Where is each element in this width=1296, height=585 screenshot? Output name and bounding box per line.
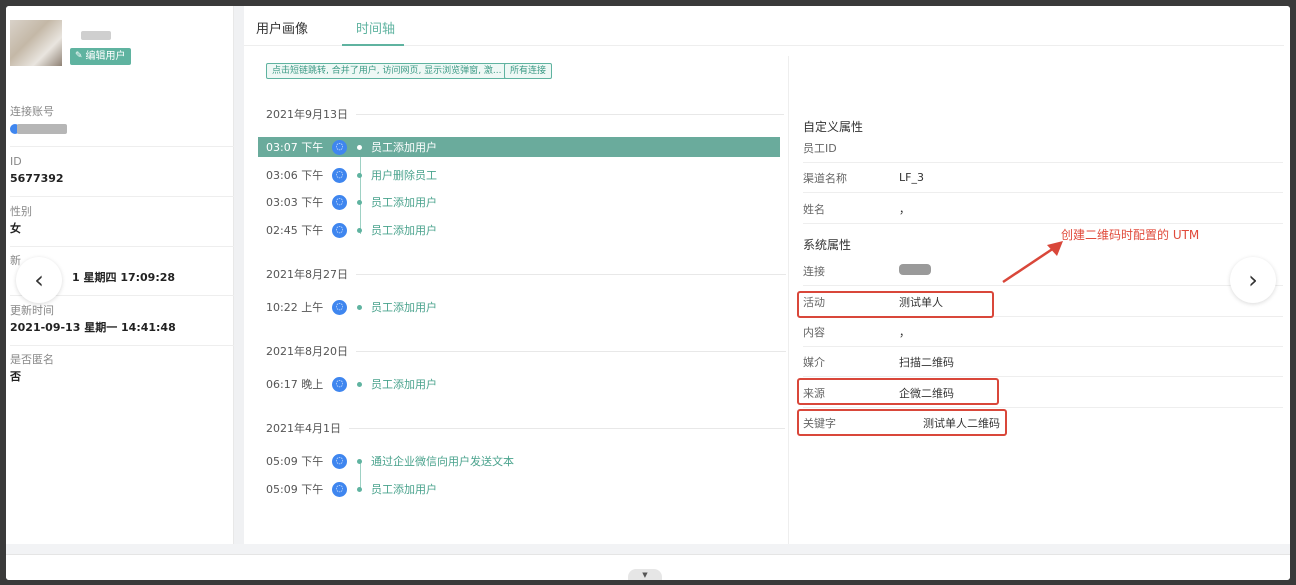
timeline-event[interactable]: 03:03 下午 ◌ 员工添加用户 — [258, 192, 780, 212]
wechat-channel-icon: ◌ — [332, 167, 347, 183]
app-frame: ✎ 编辑用户 连接账号 ID 5677392 性别 女 新 1 星期四 17:0… — [6, 6, 1290, 580]
timeline-event[interactable]: 05:09 下午 ◌ 通过企业微信向用户发送文本 — [258, 451, 780, 471]
active-tab-indicator — [342, 44, 404, 46]
connection-redacted — [899, 263, 931, 275]
connection-filter[interactable]: 所有连接 — [504, 63, 553, 79]
timeline-dot — [357, 227, 362, 233]
timeline-dot — [357, 486, 362, 492]
timeline-event[interactable]: 02:45 下午 ◌ 员工添加用户 — [258, 220, 780, 240]
timeline-event[interactable]: 06:17 晚上 ◌ 员工添加用户 — [258, 374, 780, 394]
field-gender: 性别 女 — [10, 204, 234, 247]
user-name-redacted — [81, 31, 111, 40]
main-panel: 用户画像 时间轴 点击短链跳转, 合并了用户, 访问网页, 显示浏览弹窗, 激.… — [244, 6, 1290, 544]
caret-down-icon: ▼ — [642, 571, 648, 579]
timeline-dot — [357, 381, 362, 387]
timeline-dot — [357, 304, 362, 310]
chevron-right-icon: › — [1248, 266, 1258, 294]
timeline-event[interactable]: 05:09 下午 ◌ 员工添加用户 — [258, 479, 780, 499]
date-header: 2021年8月27日 — [266, 266, 786, 282]
prev-user-button[interactable]: ‹ — [16, 257, 62, 303]
timeline-dot — [357, 172, 362, 178]
next-user-button[interactable]: › — [1230, 257, 1276, 303]
wechat-channel-icon: ◌ — [332, 194, 347, 210]
avatar — [10, 20, 62, 66]
edit-user-button[interactable]: ✎ 编辑用户 — [70, 48, 131, 65]
wechat-channel-icon: ◌ — [332, 299, 347, 315]
field-anonymous: 是否匿名 否 — [10, 353, 54, 383]
prop-row-name: 姓名 ， — [803, 194, 1283, 224]
bottom-bar: ▼ — [6, 554, 1290, 580]
utm-annotation: 创建二维码时配置的 UTM — [1061, 228, 1200, 242]
prop-row-channel-name: 渠道名称 LF_3 — [803, 163, 1283, 193]
account-redacted — [17, 124, 67, 134]
highlight-box — [797, 291, 994, 318]
date-header: 2021年8月20日 — [266, 343, 786, 359]
wechat-channel-icon: ◌ — [332, 139, 347, 155]
prop-row-employee-id: 员工ID — [803, 133, 1283, 163]
wechat-channel-icon: ◌ — [332, 481, 347, 497]
edit-icon: ✎ — [75, 51, 83, 61]
annotation-arrow-icon — [1002, 241, 1063, 284]
highlight-box — [797, 409, 1007, 436]
date-header: 2021年9月13日 — [266, 106, 784, 122]
timeline-dot — [357, 199, 362, 205]
collapse-handle[interactable]: ▼ — [628, 569, 662, 580]
system-properties-title: 系统属性 — [803, 238, 852, 252]
chevron-left-icon: ‹ — [34, 266, 44, 294]
highlight-box — [797, 378, 999, 405]
event-type-filter[interactable]: 点击短链跳转, 合并了用户, 访问网页, 显示浏览弹窗, 激... — [266, 63, 508, 79]
tab-timeline[interactable]: 时间轴 — [356, 18, 395, 37]
prop-row-medium: 媒介 扫描二维码 — [803, 347, 1283, 377]
field-updated-time: 更新时间 2021-09-13 星期一 14:41:48 — [10, 303, 234, 346]
tab-bar: 用户画像 时间轴 — [244, 6, 1284, 46]
timeline-dot — [357, 458, 362, 464]
tab-user-profile[interactable]: 用户画像 — [256, 18, 308, 37]
wechat-channel-icon: ◌ — [332, 376, 347, 392]
wechat-channel-icon: ◌ — [332, 453, 347, 469]
timeline-event[interactable]: 10:22 上午 ◌ 员工添加用户 — [258, 297, 780, 317]
timeline-event[interactable]: 03:06 下午 ◌ 用户删除员工 — [258, 165, 780, 185]
wechat-channel-icon: ◌ — [332, 222, 347, 238]
prop-row-content: 内容 ， — [803, 317, 1283, 347]
event-properties-panel: 自定义属性 员工ID 渠道名称 LF_3 姓名 ， 系统属性 连接 活动 测试单… — [788, 56, 1284, 544]
field-connected-account: 连接账号 — [10, 104, 234, 147]
date-header: 2021年4月1日 — [266, 420, 785, 436]
timeline-event[interactable]: 03:07 下午 ◌ 员工添加用户 — [258, 137, 780, 157]
field-id: ID 5677392 — [10, 154, 234, 197]
timeline-dot — [357, 144, 362, 150]
panel-divider — [234, 6, 244, 544]
